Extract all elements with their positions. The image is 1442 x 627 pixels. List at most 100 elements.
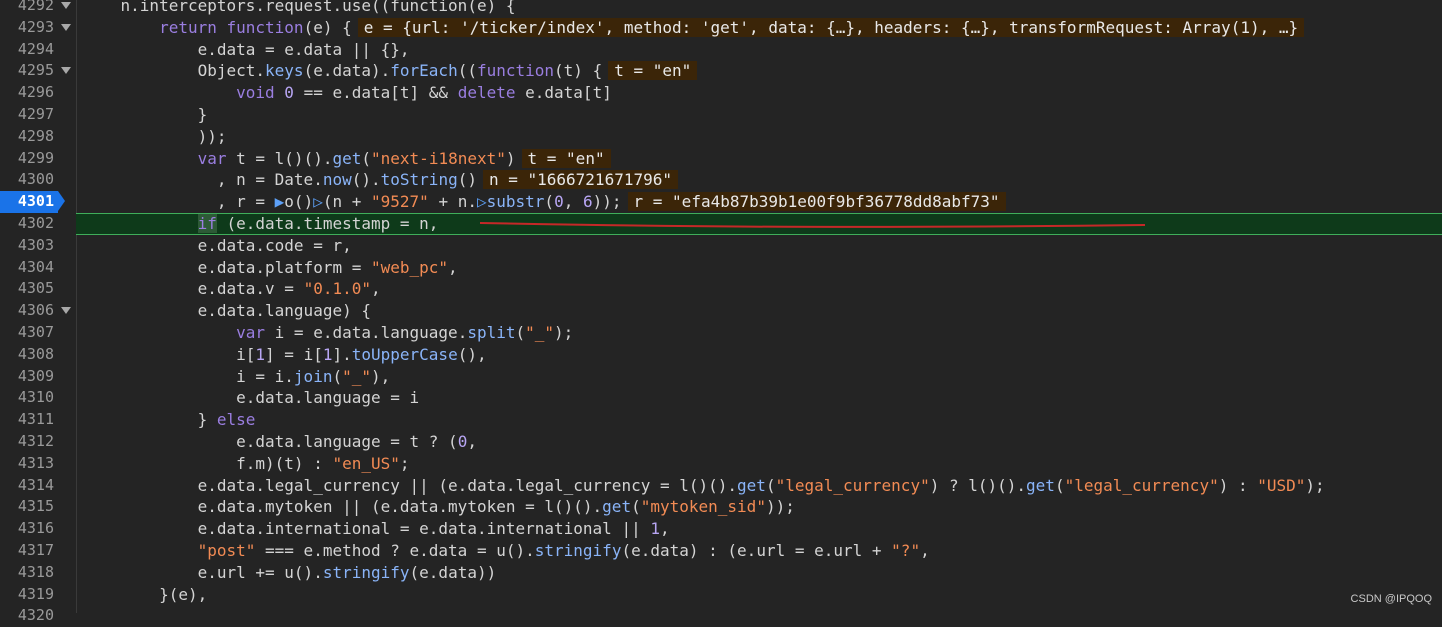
line-number[interactable]: 4310 (0, 387, 54, 409)
inline-value-tooltip[interactable]: t = "en" (608, 61, 698, 81)
line-number[interactable]: 4293 (0, 17, 54, 39)
code-line[interactable]: 4307 var i = e.data.language.split("_"); (0, 322, 1442, 344)
code-token: "mytoken_sid" (640, 497, 766, 517)
line-number[interactable]: 4315 (0, 496, 54, 518)
line-number[interactable]: 4314 (0, 475, 54, 497)
code-token: }(e), (159, 584, 208, 604)
code-text: Object.keys(e.data).forEach((function(t)… (82, 60, 698, 82)
code-token: (( (457, 61, 477, 81)
code-token: var (236, 323, 266, 342)
code-token: ); (1305, 475, 1325, 495)
line-number[interactable]: 4300 (0, 169, 54, 191)
code-token: get (1026, 475, 1055, 495)
line-number[interactable]: 4312 (0, 431, 54, 453)
line-number[interactable]: 4298 (0, 126, 54, 148)
inline-value-tooltip[interactable]: t = "en" (521, 148, 611, 168)
code-line[interactable]: 4312 e.data.language = t ? (0, (0, 431, 1442, 453)
code-line[interactable]: 4294 e.data = e.data || {}, (0, 39, 1442, 61)
breakpoint-marker[interactable]: 4301 (0, 191, 58, 213)
code-line[interactable]: 4299 var t = l()().get("next-i18next") t … (0, 148, 1442, 170)
line-number[interactable]: 4319 (0, 584, 54, 606)
line-number[interactable]: 4318 (0, 562, 54, 584)
code-line[interactable]: 4305 e.data.v = "0.1.0", (0, 278, 1442, 300)
code-token: , r = (216, 192, 275, 212)
code-line[interactable]: 4301 , r = ▶o()▷(n + "9527" + n.▷substr(… (0, 191, 1442, 213)
line-number[interactable]: 4320 (0, 605, 54, 627)
code-token: get (602, 497, 632, 517)
line-number[interactable]: 4311 (0, 409, 54, 431)
code-line[interactable]: 4297 } (0, 104, 1442, 126)
code-token: "USD" (1257, 475, 1306, 495)
code-token: ) : (1218, 475, 1258, 495)
code-editor[interactable]: 4292 n.interceptors.request.use((functio… (0, 0, 1442, 624)
code-text: e.data.language = t ? (0, (82, 431, 477, 453)
code-token: "_" (342, 366, 371, 386)
code-line[interactable]: 4318 e.url += u().stringify(e.data)) (0, 562, 1442, 584)
line-number[interactable]: 4309 (0, 366, 54, 388)
code-text: if (e.data.timestamp = n, (82, 213, 438, 235)
code-line[interactable]: 4310 e.data.language = i (0, 387, 1442, 409)
fold-toggle-icon[interactable] (61, 2, 71, 9)
line-number[interactable]: 4317 (0, 540, 54, 562)
code-token: "9527" (371, 192, 429, 212)
inline-value-tooltip[interactable]: e = {url: '/ticker/index', method: 'get'… (357, 17, 1305, 37)
code-token: ; (399, 453, 410, 473)
line-number[interactable]: 4305 (0, 278, 54, 300)
line-number[interactable]: 4292 (0, 0, 54, 17)
code-token: ( (631, 497, 641, 517)
line-number[interactable]: 4301 (0, 191, 54, 213)
code-token: , (659, 519, 670, 539)
code-line[interactable]: 4300 , n = Date.now().toString() n = "166… (0, 169, 1442, 191)
code-line[interactable]: 4309 i = i.join("_"), (0, 366, 1442, 388)
inline-value-tooltip[interactable]: r = "efa4b87b39b1e00f9bf36778dd8abf73" (627, 192, 1006, 212)
line-number[interactable]: 4307 (0, 322, 54, 344)
inline-value-tooltip[interactable]: n = "1666721671796" (482, 170, 678, 190)
code-line[interactable]: 4296 void 0 == e.data[t] && delete e.dat… (0, 82, 1442, 104)
line-number[interactable]: 4316 (0, 518, 54, 540)
line-number[interactable]: 4302 (0, 213, 54, 235)
line-number[interactable]: 4313 (0, 453, 54, 475)
line-number[interactable]: 4308 (0, 344, 54, 366)
line-number[interactable]: 4294 (0, 39, 54, 61)
code-token: now (322, 170, 352, 190)
code-line[interactable]: 4316 e.data.international = e.data.inter… (0, 518, 1442, 540)
code-line[interactable]: 4314 e.data.legal_currency || (e.data.le… (0, 475, 1442, 497)
watermark: CSDN @IPQOQ (1350, 593, 1432, 605)
code-line[interactable]: 4317 "post" === e.method ? e.data = u().… (0, 540, 1442, 562)
fold-toggle-icon[interactable] (61, 23, 71, 31)
code-line[interactable]: 4320 (0, 605, 1442, 627)
fold-toggle-icon[interactable] (61, 307, 71, 315)
code-token: } (197, 105, 208, 124)
line-number[interactable]: 4296 (0, 82, 54, 104)
code-text: e.data.platform = "web_pc", (82, 257, 458, 279)
code-line[interactable]: 4306 e.data.language) { (0, 300, 1442, 322)
fold-toggle-icon[interactable] (61, 67, 71, 75)
line-number[interactable]: 4306 (0, 300, 54, 322)
code-line[interactable]: 4298 )); (0, 126, 1442, 148)
code-line[interactable]: 4303 e.data.code = r, (0, 235, 1442, 257)
line-number[interactable]: 4303 (0, 235, 54, 257)
line-number[interactable]: 4299 (0, 148, 54, 170)
line-number[interactable]: 4304 (0, 257, 54, 279)
code-line[interactable]: 4293 return function(e) {e = {url: '/tic… (0, 17, 1442, 39)
line-number[interactable]: 4297 (0, 104, 54, 126)
code-line[interactable]: 4292 n.interceptors.request.use((functio… (0, 0, 1442, 17)
code-line[interactable]: 4295 Object.keys(e.data).forEach((functi… (0, 60, 1442, 82)
code-line[interactable]: 4313 f.m)(t) : "en_US"; (0, 453, 1442, 475)
code-token: toUpperCase (351, 344, 458, 364)
code-line[interactable]: 4315 e.data.mytoken || (e.data.mytoken =… (0, 496, 1442, 518)
code-token: keys (265, 61, 304, 81)
code-line[interactable]: 4308 i[1] = i[1].toUpperCase(), (0, 344, 1442, 366)
code-line[interactable]: 4304 e.data.platform = "web_pc", (0, 257, 1442, 279)
line-number[interactable]: 4295 (0, 60, 54, 82)
code-line[interactable]: 4319 }(e), (0, 584, 1442, 606)
code-token: (e.data.timestamp = n, (216, 214, 439, 233)
code-token: e.data.international = e.data.internatio… (197, 519, 651, 539)
code-line[interactable]: 4311 } else (0, 409, 1442, 431)
code-token: , (448, 257, 458, 277)
